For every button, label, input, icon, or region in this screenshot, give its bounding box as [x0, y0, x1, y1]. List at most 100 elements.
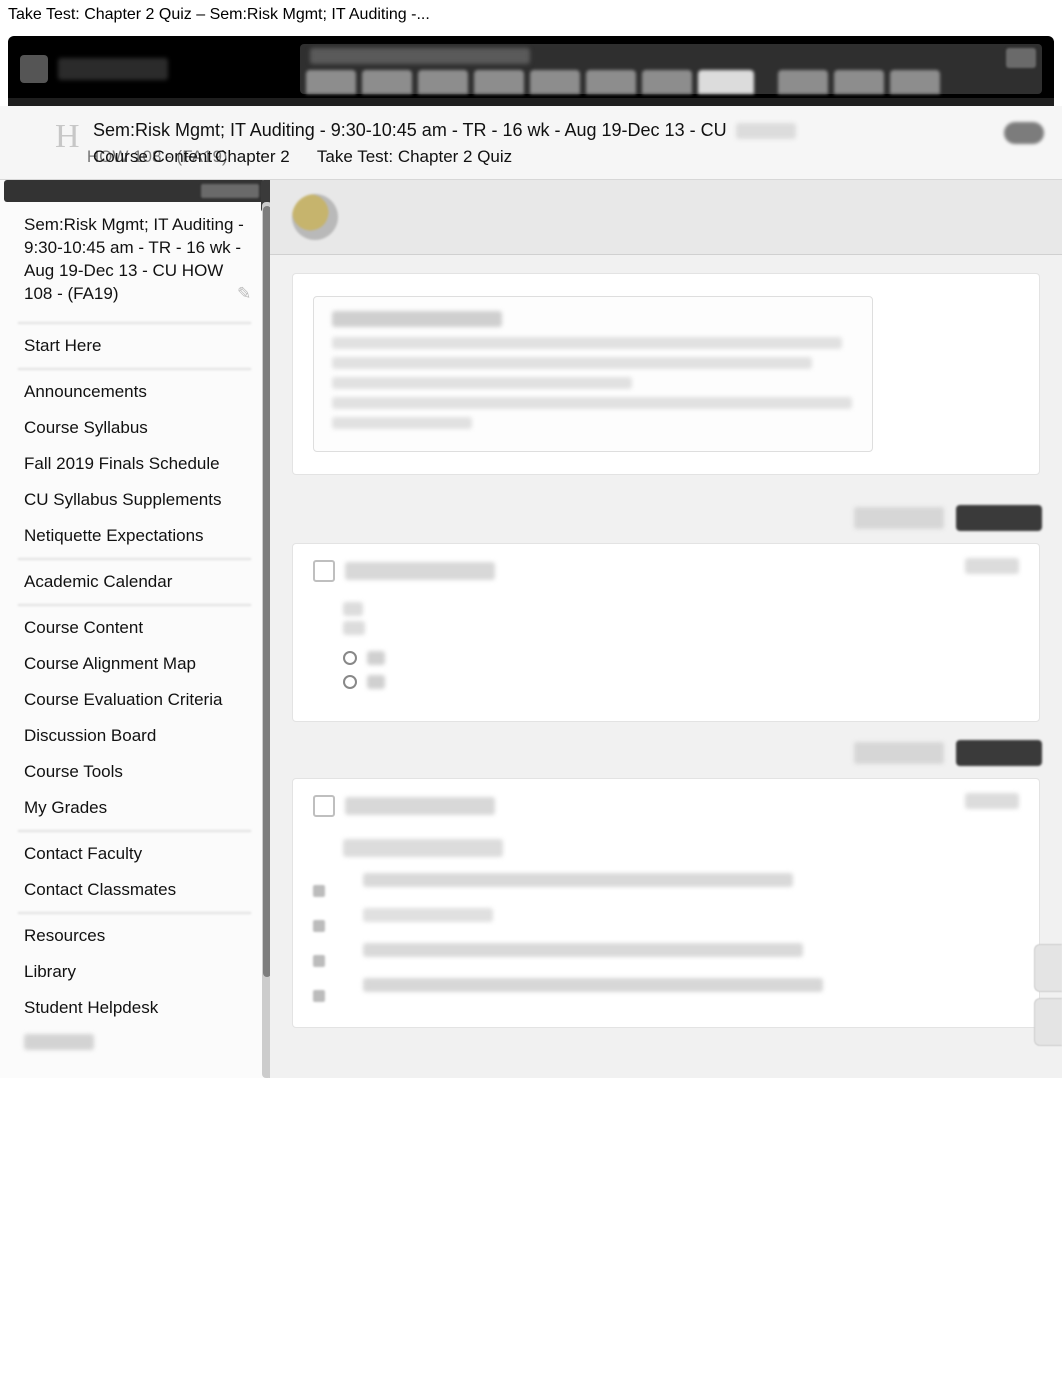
- sidebar-item-finals-schedule[interactable]: Fall 2019 Finals Schedule: [0, 446, 269, 482]
- quiz-header-band: [270, 180, 1062, 255]
- nav-tab[interactable]: [306, 70, 356, 94]
- quiz-icon: [292, 194, 338, 240]
- test-information-heading: [332, 311, 502, 327]
- sidebar-item-academic-calendar[interactable]: Academic Calendar: [0, 564, 269, 600]
- sidebar-item-course-content[interactable]: Course Content: [0, 610, 269, 646]
- bullet-icon: [313, 885, 325, 897]
- primary-nav-tabs: [306, 70, 754, 94]
- sidebar-divider: [18, 830, 251, 832]
- sidebar-item-student-helpdesk[interactable]: Student Helpdesk: [0, 990, 269, 1026]
- sidebar-item-my-grades[interactable]: My Grades: [0, 790, 269, 826]
- secondary-nav-tabs: [778, 70, 940, 94]
- answer-option-text[interactable]: [363, 873, 793, 887]
- nav-utility-button[interactable]: [1006, 48, 1036, 68]
- answer-option[interactable]: [343, 651, 1019, 665]
- question-points: [965, 558, 1019, 574]
- question-status-bar: [270, 493, 1062, 537]
- breadcrumb-overlay-how108: HOW 108 - (FA19): [87, 147, 228, 166]
- answer-option-text[interactable]: [363, 978, 823, 992]
- answer-option-text: [367, 651, 385, 665]
- question-flag-checkbox[interactable]: [313, 795, 335, 817]
- nav-tab[interactable]: [530, 70, 580, 94]
- bullet-icon: [313, 920, 325, 932]
- nav-tab[interactable]: [834, 70, 884, 94]
- sidebar-divider: [18, 558, 251, 560]
- nav-tab[interactable]: [362, 70, 412, 94]
- test-info-line: [332, 357, 812, 369]
- radio-icon[interactable]: [343, 651, 357, 665]
- answer-option[interactable]: [343, 675, 1019, 689]
- test-info-line: [332, 397, 852, 409]
- sidebar-item-contact-classmates[interactable]: Contact Classmates: [0, 872, 269, 908]
- side-widget-button[interactable]: [1034, 944, 1062, 992]
- question-completion-ghost: [854, 742, 944, 764]
- bullet-icon: [313, 990, 325, 1002]
- side-widget-button[interactable]: [1034, 998, 1062, 1046]
- sidebar-item-eval-criteria[interactable]: Course Evaluation Criteria: [0, 682, 269, 718]
- sidebar-item-course-tools[interactable]: Course Tools: [0, 754, 269, 790]
- save-answer-button[interactable]: [956, 505, 1042, 531]
- logo-text: [58, 58, 168, 80]
- question-title: [345, 797, 495, 815]
- test-info-line: [332, 417, 472, 429]
- global-search-placeholder[interactable]: [310, 48, 530, 64]
- app-chrome: [8, 36, 1054, 106]
- sidebar-item-resources[interactable]: Resources: [0, 918, 269, 954]
- breadcrumb-home-icon[interactable]: H: [55, 120, 91, 162]
- question-card-1: [292, 543, 1040, 722]
- nav-tab[interactable]: [586, 70, 636, 94]
- edit-mode-toggle[interactable]: [1004, 122, 1044, 144]
- sidebar-item-start-here[interactable]: Start Here: [0, 328, 269, 364]
- sidebar-footer-ghost: [24, 1034, 94, 1050]
- sidebar-item-netiquette[interactable]: Netiquette Expectations: [0, 518, 269, 554]
- nav-tab[interactable]: [890, 70, 940, 94]
- pencil-icon[interactable]: ✎: [237, 283, 251, 297]
- breadcrumb-ghost-segment: [736, 123, 796, 139]
- question-points: [965, 793, 1019, 809]
- window-tab-title: Take Test: Chapter 2 Quiz – Sem:Risk Mgm…: [0, 0, 1062, 30]
- sidebar-divider: [18, 322, 251, 324]
- global-nav-strip: [300, 44, 1042, 94]
- breadcrumb-bar: H Sem:Risk Mgmt; IT Auditing - 9:30-10:4…: [0, 106, 1062, 180]
- breadcrumb-course-title[interactable]: Sem:Risk Mgmt; IT Auditing - 9:30-10:45 …: [93, 120, 727, 140]
- logo-icon: [20, 55, 48, 83]
- sidebar-item-syllabus-supplements[interactable]: CU Syllabus Supplements: [0, 482, 269, 518]
- nav-tab[interactable]: [418, 70, 468, 94]
- sidebar-course-home-label: Sem:Risk Mgmt; IT Auditing - 9:30-10:45 …: [24, 215, 244, 303]
- answer-option-text: [367, 675, 385, 689]
- question-card-2: [292, 778, 1040, 1028]
- nav-tab[interactable]: [778, 70, 828, 94]
- radio-icon[interactable]: [343, 675, 357, 689]
- save-answer-button[interactable]: [956, 740, 1042, 766]
- sidebar-item-announcements[interactable]: Announcements: [0, 374, 269, 410]
- question-stem: [343, 602, 1019, 635]
- nav-tab-active[interactable]: [698, 70, 754, 94]
- course-sidebar: Sem:Risk Mgmt; IT Auditing - 9:30-10:45 …: [0, 180, 270, 1078]
- nav-tab[interactable]: [642, 70, 692, 94]
- bullet-icon: [313, 955, 325, 967]
- answer-option-text[interactable]: [363, 908, 493, 922]
- quiz-instructions-panel: [292, 273, 1040, 475]
- sidebar-item-course-syllabus[interactable]: Course Syllabus: [0, 410, 269, 446]
- question-flag-checkbox[interactable]: [313, 560, 335, 582]
- question-status-bar: [270, 728, 1062, 772]
- sidebar-footer: [0, 1026, 269, 1058]
- nav-tab[interactable]: [474, 70, 524, 94]
- test-info-line: [332, 377, 632, 389]
- sidebar-item-alignment-map[interactable]: Course Alignment Map: [0, 646, 269, 682]
- main-content: [270, 180, 1062, 1078]
- nav-underline: [8, 98, 1054, 106]
- sidebar-course-home[interactable]: Sem:Risk Mgmt; IT Auditing - 9:30-10:45 …: [0, 202, 269, 318]
- answer-option-text[interactable]: [363, 943, 803, 957]
- institution-logo-zone: [20, 44, 300, 94]
- sidebar-divider: [18, 604, 251, 606]
- sidebar-divider: [18, 368, 251, 370]
- question-stem-line: [343, 839, 503, 857]
- sidebar-item-discussion-board[interactable]: Discussion Board: [0, 718, 269, 754]
- breadcrumb-current-page: Take Test: Chapter 2 Quiz: [317, 147, 512, 166]
- question-completion-ghost: [854, 507, 944, 529]
- sidebar-item-library[interactable]: Library: [0, 954, 269, 990]
- sidebar-toolbar-chip[interactable]: [201, 184, 259, 198]
- answer-options: [343, 651, 1019, 689]
- sidebar-item-contact-faculty[interactable]: Contact Faculty: [0, 836, 269, 872]
